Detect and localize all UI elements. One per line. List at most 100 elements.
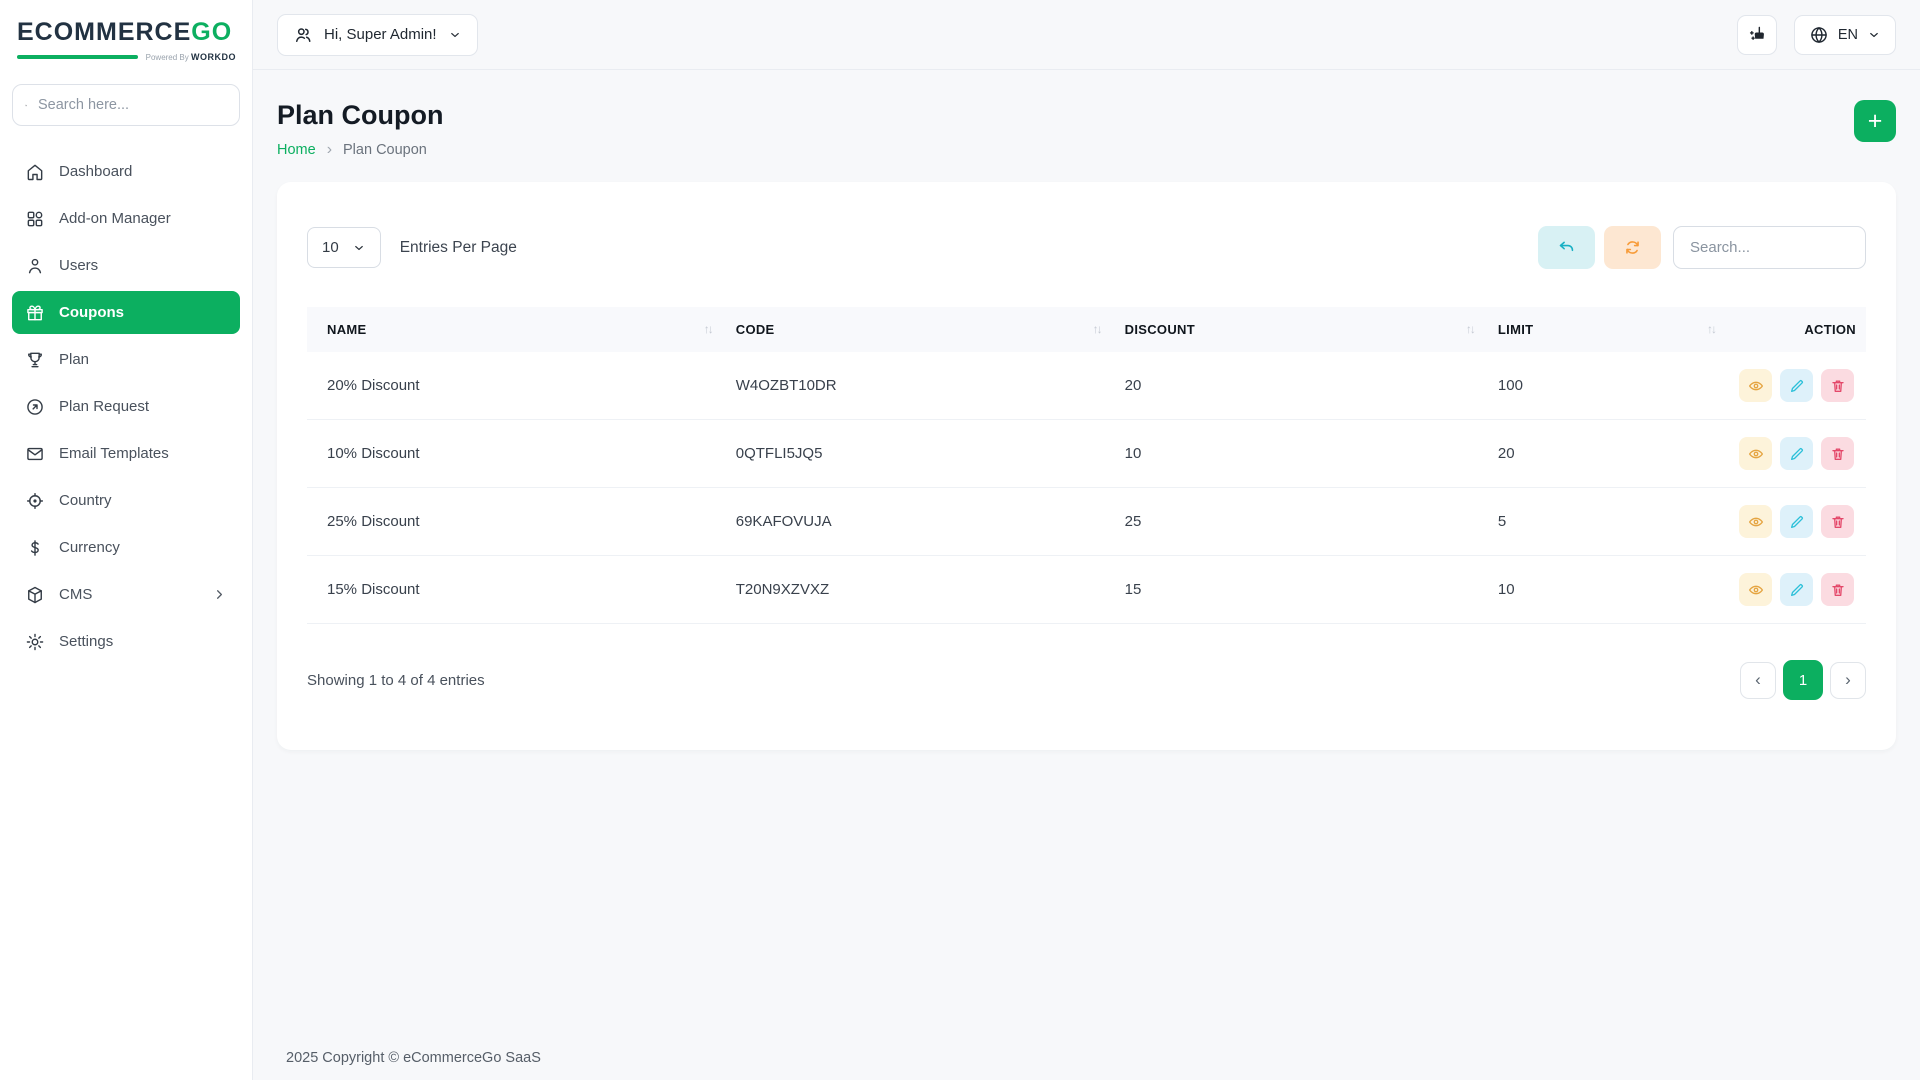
pagination-page-1[interactable]: 1 [1783, 660, 1823, 700]
sidebar-item-country[interactable]: Country [12, 479, 240, 522]
eye-icon [1748, 446, 1764, 462]
broom-icon [1747, 25, 1767, 45]
search-icon [25, 97, 27, 114]
envelope-icon [25, 444, 45, 464]
sidebar-item-plan[interactable]: Plan [12, 338, 240, 381]
edit-button[interactable] [1780, 369, 1813, 402]
table-controls: 10 Entries Per Page [307, 226, 1866, 269]
logo-accent: GO [191, 18, 232, 46]
topbar-actions: EN [1737, 15, 1896, 55]
user-icon [25, 256, 45, 276]
view-button[interactable] [1739, 437, 1772, 470]
sidebar-item-label: Coupons [59, 304, 124, 321]
column-header-name[interactable]: NAME↑↓ [307, 307, 724, 352]
trash-icon [1830, 378, 1846, 394]
table-search-input[interactable] [1673, 226, 1866, 269]
sort-icon[interactable]: ↑↓ [1093, 322, 1101, 336]
cell-name: 25% Discount [307, 488, 724, 556]
profile-menu-button[interactable]: Hi, Super Admin! [277, 14, 478, 56]
pencil-icon [1789, 378, 1805, 394]
trash-icon [1830, 446, 1846, 462]
view-button[interactable] [1739, 505, 1772, 538]
row-actions [1739, 369, 1854, 402]
delete-button[interactable] [1821, 505, 1854, 538]
view-button[interactable] [1739, 573, 1772, 606]
edit-button[interactable] [1780, 505, 1813, 538]
sidebar-item-dashboard[interactable]: Dashboard [12, 150, 240, 193]
table-footer: Showing 1 to 4 of 4 entries ‹ 1 › [307, 660, 1866, 700]
cell-code: 69KAFOVUJA [724, 488, 1113, 556]
sidebar-item-cms[interactable]: CMS [12, 573, 240, 616]
column-header-action: ACTION [1727, 307, 1866, 352]
table-header-row: NAME↑↓ CODE↑↓ DISCOUNT↑↓ LIMIT↑↓ ACTION [307, 307, 1866, 352]
breadcrumb-home-link[interactable]: Home [277, 142, 316, 158]
entries-per-page-select[interactable]: 10 [307, 227, 381, 268]
sidebar-item-settings[interactable]: Settings [12, 620, 240, 663]
sidebar-item-plan-request[interactable]: Plan Request [12, 385, 240, 428]
grid-icon [25, 209, 45, 229]
edit-button[interactable] [1780, 437, 1813, 470]
column-header-discount[interactable]: DISCOUNT↑↓ [1113, 307, 1486, 352]
sort-icon[interactable]: ↑↓ [704, 322, 712, 336]
sidebar-item-label: Add-on Manager [59, 210, 171, 227]
sidebar-item-label: Dashboard [59, 163, 132, 180]
page-title: Plan Coupon [277, 100, 443, 131]
pagination-prev-button[interactable]: ‹ [1740, 662, 1776, 699]
cell-discount: 20 [1113, 352, 1486, 420]
showing-entries-text: Showing 1 to 4 of 4 entries [307, 672, 485, 689]
sidebar-item-users[interactable]: Users [12, 244, 240, 287]
view-button[interactable] [1739, 369, 1772, 402]
table-row: 25% Discount 69KAFOVUJA 25 5 [307, 488, 1866, 556]
column-header-limit[interactable]: LIMIT↑↓ [1486, 307, 1727, 352]
sidebar-item-label: Email Templates [59, 445, 169, 462]
column-header-code[interactable]: CODE↑↓ [724, 307, 1113, 352]
trophy-icon [25, 350, 45, 370]
sort-icon[interactable]: ↑↓ [1707, 322, 1715, 336]
delete-button[interactable] [1821, 369, 1854, 402]
cell-code: W4OZBT10DR [724, 352, 1113, 420]
cell-limit: 100 [1486, 352, 1727, 420]
sidebar-item-addon-manager[interactable]: Add-on Manager [12, 197, 240, 240]
undo-button[interactable] [1538, 226, 1595, 269]
app-window: ECOMMERCEGO Powered By WORKDO Dashboard … [0, 0, 1920, 1080]
refresh-icon [1623, 238, 1642, 257]
edit-button[interactable] [1780, 573, 1813, 606]
sidebar-item-coupons[interactable]: Coupons [12, 291, 240, 334]
undo-icon [1557, 238, 1576, 257]
chevron-down-icon [1867, 28, 1881, 42]
sidebar-search[interactable] [12, 84, 240, 126]
delete-button[interactable] [1821, 573, 1854, 606]
sidebar-item-currency[interactable]: Currency [12, 526, 240, 569]
users-icon [293, 25, 313, 45]
pagination-next-button[interactable]: › [1830, 662, 1866, 699]
language-selector[interactable]: EN [1794, 15, 1896, 55]
cell-limit: 10 [1486, 556, 1727, 624]
cell-name: 15% Discount [307, 556, 724, 624]
coupons-table-wrap: NAME↑↓ CODE↑↓ DISCOUNT↑↓ LIMIT↑↓ ACTION … [307, 307, 1866, 624]
package-icon [25, 585, 45, 605]
clear-cache-button[interactable] [1737, 15, 1777, 55]
table-controls-right [1538, 226, 1866, 269]
sidebar-item-label: Settings [59, 633, 113, 650]
eye-icon [1748, 514, 1764, 530]
topbar: Hi, Super Admin! EN [253, 0, 1920, 70]
brand-logo[interactable]: ECOMMERCEGO Powered By WORKDO [0, 0, 252, 70]
breadcrumb-current: Plan Coupon [343, 142, 427, 158]
main-area: Hi, Super Admin! EN Plan Coupon [253, 0, 1920, 1080]
sidebar-search-input[interactable] [36, 96, 227, 114]
sort-icon[interactable]: ↑↓ [1466, 322, 1474, 336]
coupons-card: 10 Entries Per Page [277, 182, 1896, 750]
sidebar-item-email-templates[interactable]: Email Templates [12, 432, 240, 475]
row-actions [1739, 505, 1854, 538]
refresh-button[interactable] [1604, 226, 1661, 269]
globe-icon [1809, 25, 1829, 45]
plus-icon: + [1868, 109, 1883, 134]
table-row: 20% Discount W4OZBT10DR 20 100 [307, 352, 1866, 420]
home-icon [25, 162, 45, 182]
delete-button[interactable] [1821, 437, 1854, 470]
add-coupon-button[interactable]: + [1854, 100, 1896, 142]
sidebar-item-label: Currency [59, 539, 120, 556]
powered-by: Powered By WORKDO [146, 52, 236, 62]
eye-icon [1748, 378, 1764, 394]
cell-code: 0QTFLI5JQ5 [724, 420, 1113, 488]
